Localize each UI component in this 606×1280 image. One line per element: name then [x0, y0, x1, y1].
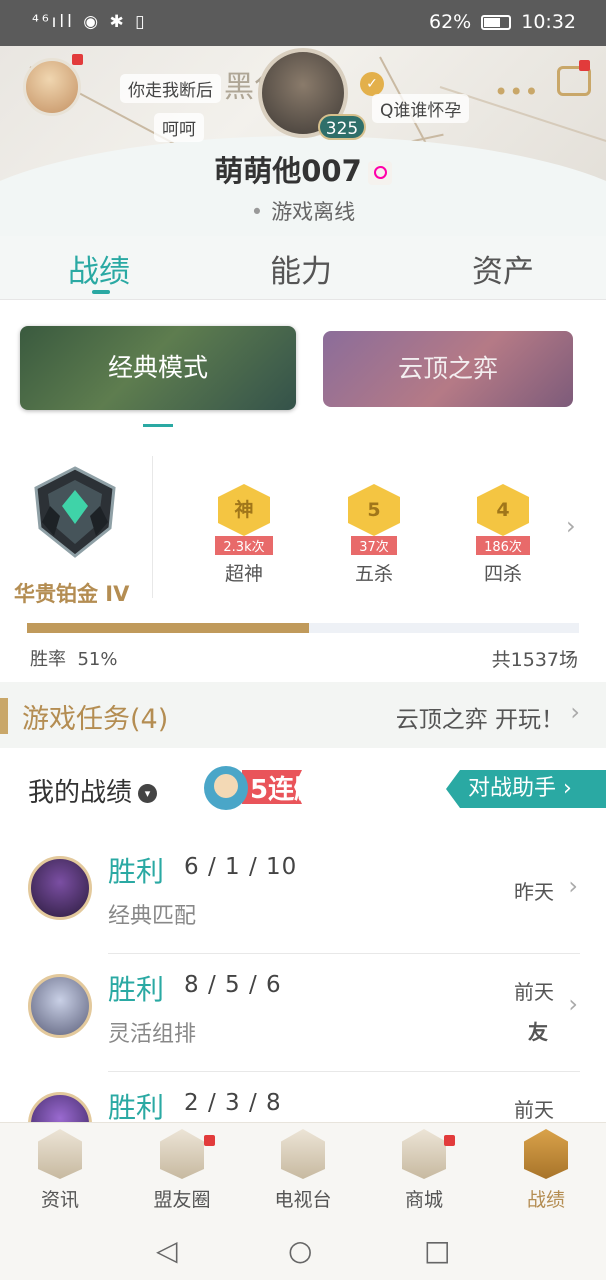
store-icon: [402, 1129, 446, 1179]
allies-notification-dot: [204, 1135, 215, 1146]
match-row[interactable]: 胜利 8 / 5 / 6 灵活组排 前天 友 ›: [0, 954, 606, 1072]
chevron-right-icon: ›: [570, 698, 580, 726]
game-missions-banner[interactable]: 游戏任务(4) 云顶之弈 开玩！ ›: [0, 682, 606, 748]
mode-indicator: [143, 424, 173, 427]
home-icon[interactable]: ○: [288, 1234, 312, 1267]
signal-icons: ⁴⁶ıll ◉ ✱ ▯: [32, 12, 148, 32]
total-games: 共1537场: [491, 649, 578, 671]
battery-percent: 62%: [429, 11, 472, 33]
winrate-progress-fill: [27, 623, 309, 633]
medal-icon: 4: [477, 484, 529, 536]
tab-assets[interactable]: 资产: [472, 246, 534, 291]
medal-name: 四杀: [483, 563, 522, 585]
rank-emblem-icon[interactable]: [30, 466, 120, 558]
match-date: 昨天: [514, 880, 554, 904]
robot-notification-dot: [579, 60, 590, 71]
medal-name: 五杀: [354, 563, 393, 585]
nav-records[interactable]: 战绩: [496, 1129, 596, 1212]
medal-icon: 神: [218, 484, 270, 536]
battery-icon: [481, 14, 512, 30]
medal-count: 2.3k次: [215, 536, 273, 555]
medal-name: 超神: [224, 563, 263, 585]
medal-godlike[interactable]: 神 2.3k次 超神: [204, 484, 284, 586]
match-mode: 经典匹配: [108, 904, 197, 929]
verified-icon: ✓: [360, 72, 384, 96]
match-kda: 2 / 3 / 8: [184, 1090, 282, 1116]
win-streak-badge: 5连胜: [204, 766, 302, 810]
medal-count: 37次: [351, 536, 397, 555]
status-bar: ⁴⁶ıll ◉ ✱ ▯ 62% 10:32: [0, 0, 606, 46]
bubble-chip[interactable]: 你走我断后: [120, 74, 221, 103]
chevron-right-icon: ›: [568, 872, 578, 900]
bubble-chip[interactable]: Q谁谁怀孕: [372, 94, 470, 123]
champion-avatar: [28, 856, 92, 920]
rank-label: 华贵铂金 IV: [14, 582, 130, 606]
match-mode: 灵活组排: [108, 1022, 197, 1047]
more-icon[interactable]: •••: [494, 78, 539, 106]
chevron-down-icon[interactable]: ▾: [138, 784, 158, 803]
missions-promo: 云顶之弈 开玩！: [395, 707, 564, 733]
tab-underline: [92, 290, 110, 294]
profile-tabs: 战绩 能力 资产: [0, 236, 606, 300]
match-kda: 8 / 5 / 6: [184, 972, 282, 998]
battle-assistant-button[interactable]: 对战助手 ›: [446, 770, 606, 808]
avatar-notification-dot: [72, 54, 83, 65]
clock: 10:32: [521, 11, 576, 33]
my-records-title[interactable]: 我的战绩 ▾: [28, 772, 158, 809]
winrate: 胜率 51%: [30, 649, 118, 670]
accent-bar: [0, 698, 8, 734]
nav-news[interactable]: 资讯: [10, 1129, 110, 1212]
chevron-right-icon[interactable]: ›: [566, 512, 576, 540]
match-result: 胜利: [108, 973, 165, 1006]
match-result: 胜利: [108, 1091, 165, 1124]
divider: [152, 456, 153, 598]
medal-count: 186次: [476, 536, 530, 555]
nav-store[interactable]: 商城: [374, 1129, 474, 1212]
level-badge: 325: [318, 114, 366, 140]
medal-pentakill[interactable]: 5 37次 五杀: [334, 484, 414, 586]
nav-tv[interactable]: 电视台: [253, 1129, 353, 1212]
missions-title: 游戏任务(4): [22, 704, 169, 735]
match-date: 前天: [514, 1098, 554, 1122]
tab-records[interactable]: 战绩: [68, 246, 130, 291]
tab-ability[interactable]: 能力: [270, 246, 332, 291]
match-result: 胜利: [108, 855, 165, 888]
match-kda: 6 / 1 / 10: [184, 854, 298, 880]
username: 萌萌他007: [0, 148, 606, 190]
tv-icon: [281, 1129, 325, 1179]
online-status: 游戏离线: [0, 196, 606, 226]
match-date: 前天: [514, 980, 554, 1004]
store-notification-dot: [444, 1135, 455, 1146]
bubble-chip[interactable]: 呵呵: [154, 113, 204, 142]
winrate-progress: [27, 623, 579, 633]
mode-classic-button[interactable]: 经典模式: [20, 326, 296, 410]
records-icon: [524, 1129, 568, 1179]
nav-allies[interactable]: 盟友圈: [132, 1129, 232, 1212]
news-icon: [38, 1129, 82, 1179]
medal-icon: 5: [348, 484, 400, 536]
chevron-right-icon: ›: [568, 990, 578, 1018]
champion-avatar: [28, 974, 92, 1038]
bottom-nav: 资讯 盟友圈 电视台 商城 战绩: [0, 1122, 606, 1220]
recents-icon[interactable]: □: [424, 1234, 450, 1267]
search-icon[interactable]: [367, 161, 392, 185]
friend-badge: 友: [528, 1020, 548, 1044]
streak-text: 5连胜: [250, 775, 302, 805]
match-row[interactable]: 胜利 6 / 1 / 10 经典匹配 昨天 ›: [0, 836, 606, 954]
back-icon[interactable]: ◁: [156, 1234, 178, 1267]
allies-icon: [160, 1129, 204, 1179]
system-nav-bar: ◁ ○ □: [0, 1220, 606, 1280]
medal-quadrakill[interactable]: 4 186次 四杀: [463, 484, 543, 586]
mode-tft-button[interactable]: 云顶之弈: [323, 331, 573, 407]
user-avatar-button[interactable]: [23, 58, 81, 116]
